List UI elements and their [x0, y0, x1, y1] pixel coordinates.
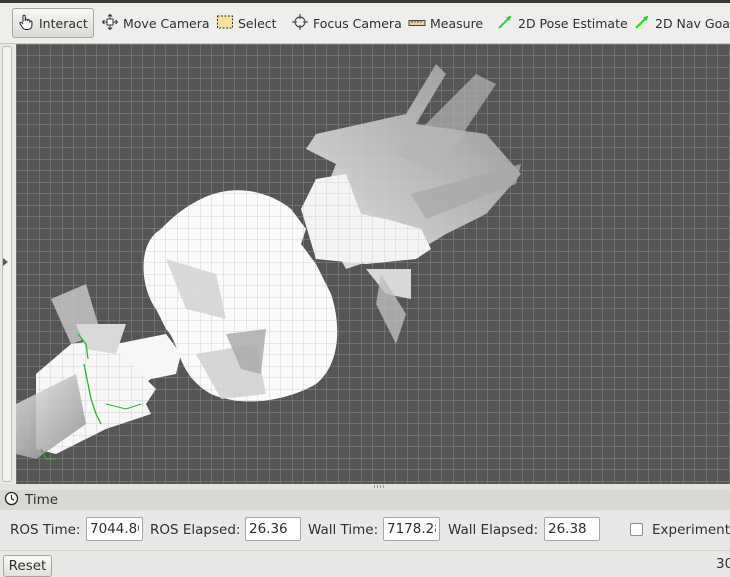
ros-time-label: ROS Time:	[10, 522, 81, 538]
wall-elapsed-field[interactable]	[544, 517, 600, 541]
green-arrow-icon	[633, 13, 651, 34]
time-panel-row: ROS Time: ROS Elapsed: Wall Time: Wall E…	[0, 510, 730, 550]
splitter-grip[interactable]	[374, 485, 384, 488]
ros-time-field[interactable]	[86, 517, 143, 541]
experimental-label: Experimental	[652, 522, 730, 538]
wall-time-field[interactable]	[383, 517, 440, 541]
tool-move-camera-label: Move Camera	[123, 15, 210, 31]
rviz-toolbar: Interact Move Camera Select Focus Camera…	[0, 3, 730, 44]
tool-interact-label: Interact	[39, 15, 88, 31]
tool-measure[interactable]: Measure	[404, 8, 484, 38]
green-arrow-icon	[496, 13, 514, 34]
tool-select[interactable]: Select	[212, 8, 277, 38]
tool-measure-label: Measure	[430, 15, 484, 31]
wall-elapsed-label: Wall Elapsed:	[448, 522, 539, 538]
ruler-icon	[408, 16, 426, 31]
wall-time-label: Wall Time:	[308, 522, 379, 538]
tool-move-camera[interactable]: Move Camera	[97, 8, 210, 38]
tool-select-label: Select	[238, 15, 277, 31]
ros-elapsed-field[interactable]	[245, 517, 301, 541]
displays-panel-toggle[interactable]	[0, 44, 14, 484]
fps-counter: 30	[716, 556, 730, 572]
tool-focus-camera[interactable]: Focus Camera	[287, 8, 402, 38]
tool-2d-nav-goal[interactable]: 2D Nav Goal	[629, 8, 730, 38]
status-bar: Reset 30	[0, 550, 730, 577]
3d-view-canvas[interactable]	[16, 44, 730, 484]
select-box-icon	[216, 14, 234, 33]
ros-elapsed-label: ROS Elapsed:	[150, 522, 241, 538]
tool-2d-pose-estimate-label: 2D Pose Estimate	[518, 15, 628, 31]
tool-2d-nav-goal-label: 2D Nav Goal	[655, 15, 730, 31]
clock-icon	[4, 491, 19, 510]
reset-button[interactable]: Reset	[3, 555, 52, 577]
crosshair-icon	[291, 13, 309, 34]
hand-pointer-icon	[17, 13, 35, 34]
tool-interact[interactable]: Interact	[12, 8, 94, 38]
experimental-checkbox[interactable]	[630, 523, 643, 536]
time-panel-title: Time	[25, 492, 59, 508]
move-camera-icon	[101, 13, 119, 34]
expand-arrow-icon[interactable]	[3, 258, 8, 266]
tool-2d-pose-estimate[interactable]: 2D Pose Estimate	[492, 8, 628, 38]
tool-focus-camera-label: Focus Camera	[313, 15, 402, 31]
time-panel-header: Time	[0, 490, 730, 510]
